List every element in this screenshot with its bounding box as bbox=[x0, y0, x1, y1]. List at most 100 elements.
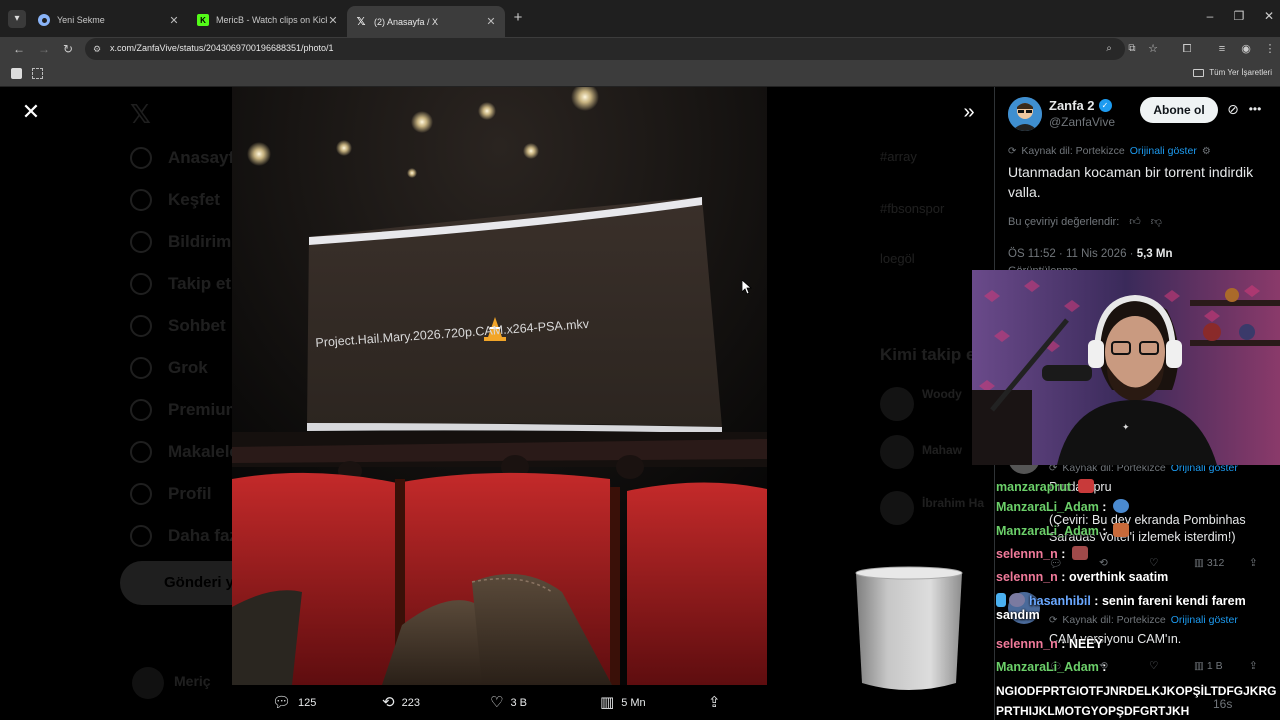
avatar[interactable] bbox=[132, 667, 164, 699]
tab-x-home[interactable]: 𝕏 (2) Anasayfa / X ✕ bbox=[347, 6, 505, 37]
x-page: 𝕏 Anasayfa Keşfet Bildirimler Takip et S… bbox=[0, 87, 1280, 720]
chat-message: ManzaraLi_Adam : bbox=[996, 523, 1129, 538]
apps-icon[interactable] bbox=[11, 68, 22, 79]
close-photo-icon[interactable]: ✕ bbox=[20, 101, 42, 123]
chat-message: NGIODFPRTGIOTFJNRDELKJKOPŞİLTDFGJKRG PRT… bbox=[996, 681, 1280, 720]
url-text: x.com/ZanfaVive/status/20430697001966883… bbox=[110, 43, 334, 53]
chat-message: selennn_n : bbox=[996, 546, 1088, 561]
tweet-photo[interactable] bbox=[232, 87, 767, 685]
share-button[interactable]: ⇪ bbox=[708, 695, 728, 710]
back-icon[interactable]: ← bbox=[11, 40, 27, 58]
gear-icon[interactable]: ⚙ bbox=[1202, 146, 1211, 157]
close-tab-icon[interactable]: ✕ bbox=[327, 14, 339, 27]
mouse-cursor-icon bbox=[742, 280, 752, 295]
chat-username: ManzaraLi_Adam bbox=[996, 500, 1099, 514]
nav-chat[interactable]: Sohbet bbox=[130, 315, 226, 337]
like-count: 1 B bbox=[1206, 660, 1223, 672]
thumbs-up-icon[interactable]: 👍︎ bbox=[1129, 215, 1141, 228]
who-to-follow-title: Kimi takip et bbox=[880, 345, 982, 364]
browser-toolbar: ← → ↻ ⚙ x.com/ZanfaVive/status/204306970… bbox=[0, 37, 1280, 61]
grok-icon[interactable]: ⊘ bbox=[1225, 101, 1241, 117]
repost-icon[interactable]: ⟲ bbox=[1099, 557, 1108, 569]
display-name[interactable]: Zanfa 2 ✓ bbox=[1049, 98, 1112, 113]
home-icon bbox=[130, 147, 152, 169]
tab-groups-icon[interactable] bbox=[32, 68, 43, 79]
translate-icon: ⟳ bbox=[1008, 145, 1017, 157]
nav-profile[interactable]: Profil bbox=[130, 483, 211, 505]
tab-title: Yeni Sekme bbox=[57, 15, 105, 25]
forward-icon[interactable]: → bbox=[36, 40, 52, 58]
thumbs-down-icon[interactable]: 👎︎ bbox=[1151, 215, 1162, 228]
more-options-icon[interactable]: ••• bbox=[1247, 101, 1263, 117]
trend-item[interactable]: #fbsonspor bbox=[880, 201, 944, 216]
emote-icon bbox=[1071, 546, 1088, 560]
heart-icon: ♡ bbox=[490, 694, 504, 711]
folder-icon bbox=[1193, 68, 1205, 77]
tweet-text: Utanmadan kocaman bir torrent indirdik v… bbox=[1008, 164, 1254, 200]
follow-suggestion-name[interactable]: İbrahim Ha bbox=[922, 496, 984, 510]
nav-grok[interactable]: Grok bbox=[130, 357, 208, 379]
heart-icon[interactable]: ♡ bbox=[1149, 557, 1158, 569]
media-control-icon[interactable]: ≡ bbox=[1215, 41, 1229, 57]
x-icon: 𝕏 bbox=[356, 16, 366, 28]
avatar[interactable] bbox=[880, 435, 914, 469]
collapse-panel-icon[interactable]: » bbox=[958, 101, 980, 123]
views-button[interactable]: ▥ 5 Mn bbox=[600, 695, 646, 710]
show-original-link[interactable]: Orijinali göster bbox=[1130, 145, 1197, 157]
zoom-icon[interactable]: ⌕ bbox=[1102, 42, 1116, 56]
x-logo-icon: 𝕏 bbox=[130, 99, 151, 129]
close-tab-icon[interactable]: ✕ bbox=[485, 15, 497, 28]
share-icon[interactable]: ⇪ bbox=[1249, 660, 1258, 672]
tab-new-tab[interactable]: Yeni Sekme ✕ bbox=[30, 6, 188, 34]
bookmark-star-icon[interactable]: ☆ bbox=[1146, 41, 1160, 57]
tweet-timestamp: ÖS 11:52 · 11 Nis 2026 · 5,3 Mn bbox=[1008, 248, 1173, 260]
restore-icon[interactable]: ❐ bbox=[1232, 9, 1246, 23]
view-count: 312 bbox=[1206, 557, 1225, 569]
follow-suggestion-name[interactable]: Mahaw bbox=[922, 443, 962, 457]
trend-item[interactable]: #array bbox=[880, 149, 917, 164]
avatar[interactable] bbox=[880, 387, 914, 421]
install-app-icon[interactable]: ⧉ bbox=[1125, 42, 1139, 56]
chat-username: selennn_n bbox=[996, 570, 1058, 584]
translation-source: ⟳ Kaynak dil: Portekizce Orijinali göste… bbox=[1008, 145, 1211, 157]
user-handle[interactable]: @ZanfaVive bbox=[1049, 115, 1115, 129]
chat-message: manzaraprut bbox=[996, 479, 1094, 494]
minimize-icon[interactable]: – bbox=[1203, 9, 1217, 23]
badge-icon bbox=[996, 593, 1006, 607]
like-button[interactable]: ♡ 3 B bbox=[490, 695, 527, 710]
nav-home[interactable]: Anasayfa bbox=[130, 147, 244, 169]
reply-button[interactable]: 💬︎ 125 bbox=[272, 695, 316, 710]
address-bar[interactable]: ⚙ x.com/ZanfaVive/status/204306970019668… bbox=[85, 38, 1136, 60]
share-icon[interactable]: ⇪ bbox=[1249, 557, 1258, 569]
chart-icon: ▥ bbox=[600, 694, 615, 711]
close-tab-icon[interactable]: ✕ bbox=[168, 14, 180, 27]
tab-kick[interactable]: K MericB - Watch clips on Kick ✕ bbox=[189, 6, 347, 34]
nav-explore[interactable]: Keşfet bbox=[130, 189, 220, 211]
heart-icon[interactable]: ♡ bbox=[1149, 660, 1158, 672]
avatar[interactable] bbox=[880, 491, 914, 525]
webcam-video: ✦ bbox=[972, 270, 1280, 465]
trend-item[interactable]: loegöl bbox=[880, 251, 915, 266]
site-info-icon[interactable]: ⚙ bbox=[93, 42, 105, 56]
nav-premium[interactable]: Premium bbox=[130, 399, 241, 421]
extensions-icon[interactable]: ⧠ bbox=[1180, 41, 1194, 57]
views-stat[interactable]: ▥ 312 bbox=[1194, 557, 1224, 569]
follow-suggestion-name[interactable]: Woody bbox=[922, 387, 962, 401]
nav-follow[interactable]: Takip et bbox=[130, 273, 231, 295]
all-bookmarks[interactable]: Tüm Yer İşaretleri bbox=[1193, 68, 1272, 77]
profile-icon[interactable]: ◉ bbox=[1239, 41, 1253, 57]
new-tab-button[interactable]: + bbox=[510, 9, 526, 26]
repost-button[interactable]: ⟲ 223 bbox=[382, 695, 420, 710]
avatar[interactable] bbox=[1008, 97, 1042, 131]
menu-icon[interactable]: ⋮ bbox=[1263, 41, 1277, 57]
close-window-icon[interactable]: ✕ bbox=[1262, 9, 1276, 23]
grok-icon bbox=[130, 357, 152, 379]
likes-stat[interactable]: ▥ 1 B bbox=[1194, 660, 1223, 672]
svg-text:✦: ✦ bbox=[1122, 422, 1130, 432]
nav-articles[interactable]: Makaleler bbox=[130, 441, 246, 463]
reload-icon[interactable]: ↻ bbox=[60, 40, 76, 58]
subscribe-button[interactable]: Abone ol bbox=[1140, 97, 1218, 123]
tab-search-button[interactable]: ▾ bbox=[8, 10, 26, 28]
chat-username: hasanhibil bbox=[1029, 594, 1091, 608]
nav-label: Sohbet bbox=[168, 316, 226, 335]
